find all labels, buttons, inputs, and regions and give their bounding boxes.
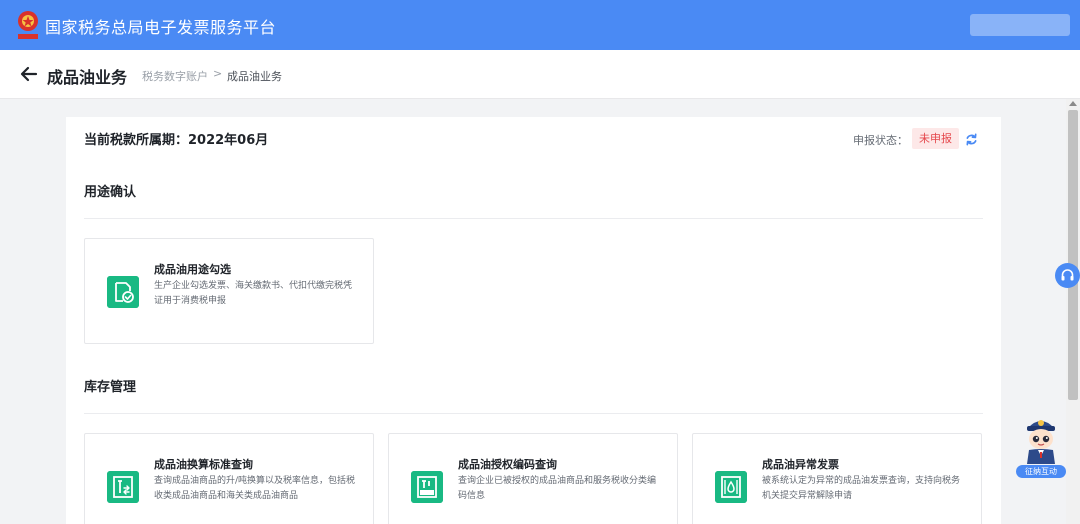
breadcrumb-item-account[interactable]: 税务数字账户 xyxy=(142,68,208,84)
user-account-area[interactable] xyxy=(970,14,1070,36)
card-description: 查询成品油商品的升/吨换算以及税率信息，包括税收类成品油商品和海关类成品油商品 xyxy=(154,476,356,501)
fuel-abnormal-icon xyxy=(715,471,747,503)
main-content: 当前税款所属期：2022年06月 申报状态： 未申报 用途确认 成品油用途勾选 … xyxy=(66,117,1001,524)
back-arrow-icon[interactable] xyxy=(20,65,38,83)
card-description: 生产企业勾选发票、海关缴款书、代扣代缴完税凭证用于消费税申报 xyxy=(154,281,353,306)
scrollbar-thumb[interactable] xyxy=(1068,110,1078,400)
refresh-icon[interactable] xyxy=(965,133,978,146)
app-title: 国家税务总局电子发票服务平台 xyxy=(45,18,277,37)
assistant-label[interactable]: 征纳互动 xyxy=(1016,465,1066,478)
status-label: 申报状态： xyxy=(853,134,908,147)
status-badge: 未申报 xyxy=(912,128,959,149)
page-title: 成品油业务 xyxy=(47,68,128,87)
assistant-mascot-avatar[interactable] xyxy=(1018,412,1064,464)
breadcrumb-item-current: 成品油业务 xyxy=(227,70,282,83)
section-title-usage: 用途确认 xyxy=(84,185,137,200)
breadcrumb-separator: > xyxy=(213,67,223,80)
card-title: 成品油换算标准查询 xyxy=(154,458,253,471)
section-title-inventory: 库存管理 xyxy=(84,380,137,395)
tax-emblem-logo xyxy=(18,11,38,39)
check-document-icon xyxy=(107,276,139,308)
card-description: 被系统认定为异常的成品油发票查询，支持向税务机关提交异常解除申请 xyxy=(762,476,961,501)
scroll-up-arrow-icon[interactable] xyxy=(1069,101,1077,106)
card-title: 成品油异常发票 xyxy=(762,458,839,471)
card-abnormal-invoice[interactable]: 成品油异常发票 被系统认定为异常的成品油发票查询，支持向税务机关提交异常解除申请 xyxy=(692,433,982,524)
section-divider xyxy=(84,413,983,414)
fuel-conversion-icon xyxy=(107,471,139,503)
card-title: 成品油授权编码查询 xyxy=(458,458,557,471)
top-navbar: 国家税务总局电子发票服务平台 xyxy=(0,0,1080,50)
card-authorized-code-query[interactable]: 成品油授权编码查询 查询企业已被授权的成品油商品和服务税收分类编码信息 xyxy=(388,433,678,524)
page-header: 成品油业务 税务数字账户 > 成品油业务 xyxy=(0,50,1080,99)
customer-service-button[interactable] xyxy=(1055,263,1080,288)
tax-period: 当前税款所属期：2022年06月 xyxy=(84,133,269,148)
headset-icon xyxy=(1061,269,1074,281)
card-usage-selection[interactable]: 成品油用途勾选 生产企业勾选发票、海关缴款书、代扣代缴完税凭证用于消费税申报 xyxy=(84,238,374,344)
card-title: 成品油用途勾选 xyxy=(154,263,231,276)
fuel-code-icon xyxy=(411,471,443,503)
card-description: 查询企业已被授权的成品油商品和服务税收分类编码信息 xyxy=(458,476,657,501)
card-conversion-query[interactable]: 成品油换算标准查询 查询成品油商品的升/吨换算以及税率信息，包括税收类成品油商品… xyxy=(84,433,374,524)
section-divider xyxy=(84,218,983,219)
